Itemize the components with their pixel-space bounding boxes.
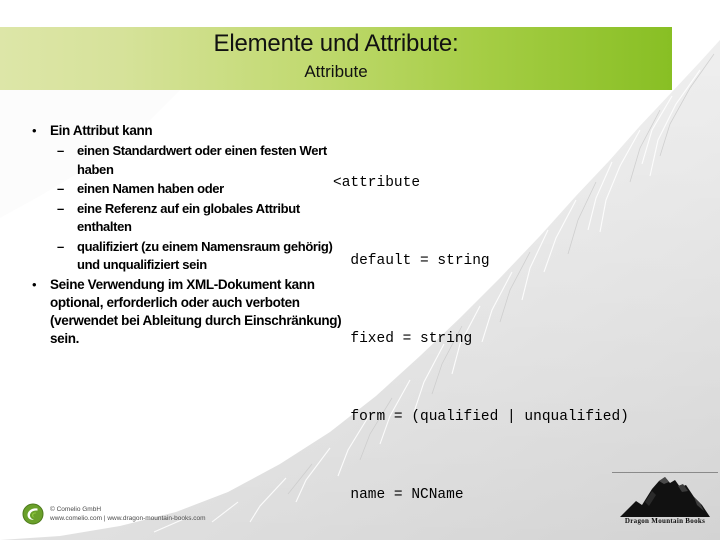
- list-item-text: qualifiziert (zu einem Namensraum gehöri…: [77, 238, 333, 273]
- comelio-logo-icon: [22, 503, 44, 525]
- list-item-text: einen Standardwert oder einen festen Wer…: [77, 143, 327, 177]
- publisher-logo: Dragon Mountain Books: [610, 460, 720, 526]
- code-line: fixed = string: [333, 331, 473, 347]
- bullet-dot-icon: •: [32, 123, 37, 138]
- bullet-dash-icon: –: [57, 200, 65, 216]
- list-item: – einen Standardwert oder einen festen W…: [26, 142, 346, 179]
- footer-credit: © Comelio GmbH www.comelio.com | www.dra…: [22, 503, 206, 525]
- page-subtitle: Attribute: [304, 62, 368, 81]
- list-item: • Seine Verwendung im XML-Dokument kann …: [26, 276, 346, 348]
- code-line: default = string: [333, 253, 490, 269]
- bullet-dot-icon: •: [32, 276, 37, 292]
- slide: Elemente und Attribute: Attribute • Ein …: [0, 0, 720, 540]
- list-item-text: eine Referenz auf ein globales Attribut …: [77, 200, 300, 235]
- bullet-dash-icon: –: [57, 181, 65, 196]
- publisher-name: Dragon Mountain Books: [624, 517, 706, 525]
- list-item-text: einen Namen haben oder: [77, 181, 224, 196]
- list-item: • Ein Attribut kann: [26, 122, 346, 140]
- copyright-text: © Comelio GmbH: [50, 506, 102, 513]
- header-band: Elemente und Attribute: Attribute: [0, 27, 672, 90]
- list-item: – eine Referenz auf ein globales Attribu…: [26, 200, 346, 237]
- footer-text: © Comelio GmbH www.comelio.com | www.dra…: [50, 505, 206, 523]
- bullet-dash-icon: –: [57, 143, 65, 158]
- bullet-dash-icon: –: [57, 238, 65, 254]
- list-item-text: Ein Attribut kann: [50, 123, 153, 138]
- code-line: <attribute: [333, 175, 421, 191]
- code-line: form = (qualified | unqualified): [333, 409, 629, 425]
- list-item-text: Seine Verwendung im XML-Dokument kann op…: [50, 276, 342, 346]
- list-item: – qualifiziert (zu einem Namensraum gehö…: [26, 238, 346, 275]
- list-item: – einen Namen haben oder: [26, 180, 346, 199]
- divider: [612, 472, 718, 473]
- bullet-list: • Ein Attribut kann – einen Standardwert…: [26, 122, 346, 350]
- footer-urls: www.comelio.com | www.dragon-mountain-bo…: [50, 515, 206, 522]
- mountain-logo-icon: [620, 477, 710, 517]
- page-title: Elemente und Attribute:: [213, 30, 459, 57]
